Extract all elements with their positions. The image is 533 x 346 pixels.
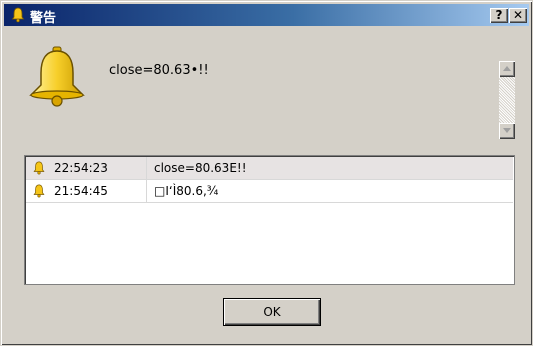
bell-icon bbox=[10, 7, 26, 23]
alert-log-list[interactable]: 22:54:23 close=80.63E!! 21:54:45 □I‘Ì80.… bbox=[24, 155, 515, 285]
alert-message: close=80.63•!! bbox=[109, 63, 209, 78]
time-cell: 22:54:23 bbox=[26, 157, 147, 179]
alert-text: close=80.63E!! bbox=[154, 161, 247, 175]
message-scrollbar[interactable] bbox=[499, 61, 515, 147]
list-item[interactable]: 22:54:23 close=80.63E!! bbox=[26, 157, 513, 180]
scroll-up-button[interactable] bbox=[499, 61, 515, 77]
scroll-track[interactable] bbox=[499, 77, 515, 123]
bell-icon bbox=[32, 184, 46, 198]
scroll-down-button[interactable] bbox=[499, 123, 515, 139]
arrow-up-icon bbox=[503, 66, 511, 71]
alert-bell-icon bbox=[25, 45, 89, 107]
close-button[interactable]: ✕ bbox=[509, 8, 527, 23]
alert-text: □I‘Ì80.6,¾ bbox=[154, 184, 219, 198]
list-item[interactable]: 21:54:45 □I‘Ì80.6,¾ bbox=[26, 180, 513, 203]
alert-time: 21:54:45 bbox=[54, 184, 108, 198]
alert-time: 22:54:23 bbox=[54, 161, 108, 175]
title-bar[interactable]: 警告 ? ✕ bbox=[4, 4, 529, 26]
alert-window: 警告 ? ✕ close=80.63•!! 22:54:23 close=80.… bbox=[0, 0, 533, 346]
window-title: 警告 bbox=[30, 11, 57, 26]
time-cell: 21:54:45 bbox=[26, 180, 147, 202]
help-button[interactable]: ? bbox=[490, 8, 508, 23]
bell-icon bbox=[32, 161, 46, 175]
ok-button[interactable]: OK bbox=[223, 298, 321, 326]
arrow-down-icon bbox=[503, 128, 511, 133]
